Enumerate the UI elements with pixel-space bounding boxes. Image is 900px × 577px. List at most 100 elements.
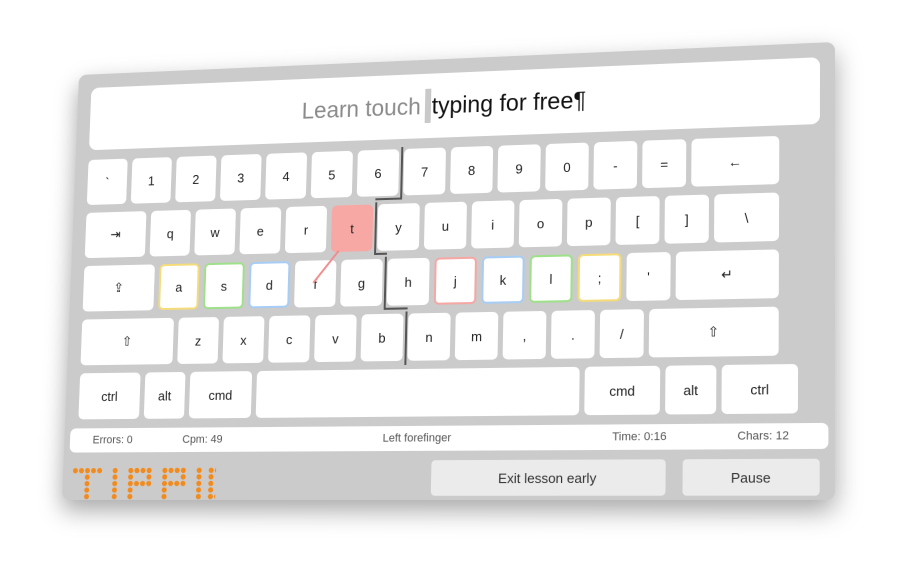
key-semicolon[interactable]: ;	[577, 253, 622, 303]
key-d[interactable]: d	[248, 261, 291, 309]
key-label: ⇧	[707, 323, 720, 340]
logo-dot	[174, 467, 180, 474]
key-label: -	[613, 157, 618, 174]
logo-dot	[207, 487, 214, 493]
key-cmd[interactable]: cmd	[188, 371, 253, 419]
key-label: 1	[147, 172, 156, 188]
lesson-text-line: Learn touch typing for free¶	[88, 57, 820, 151]
key-label: m	[470, 328, 483, 344]
key-t[interactable]: t	[330, 204, 374, 253]
key-period[interactable]: .	[550, 310, 595, 359]
key-8[interactable]: 8	[450, 145, 494, 195]
key-q[interactable]: q	[149, 209, 192, 257]
key-label: r	[303, 221, 309, 238]
key-3[interactable]: 3	[219, 153, 262, 201]
keyboard-row: ctrl alt cmd cmd alt ctrl	[78, 363, 820, 424]
key-n[interactable]: n	[407, 312, 451, 361]
key-r[interactable]: r	[284, 205, 328, 254]
key-s[interactable]: s	[202, 262, 245, 310]
key-f[interactable]: f	[294, 260, 337, 308]
key-equals[interactable]: =	[642, 139, 687, 189]
key-space[interactable]	[255, 366, 580, 418]
keyboard-row: ⇧ z x c v b n m,. / ⇧	[80, 306, 819, 369]
key-1[interactable]: 1	[130, 157, 172, 204]
key-shift[interactable]: ⇧	[80, 317, 175, 366]
key-a[interactable]: a	[158, 263, 200, 311]
key-right-bracket[interactable]: ]	[664, 194, 710, 244]
key-label: e	[256, 223, 265, 239]
key-i[interactable]: i	[471, 200, 515, 249]
pause-button[interactable]: Pause	[682, 458, 820, 496]
key-slash[interactable]: /	[599, 309, 644, 359]
key-label: o	[536, 215, 545, 231]
logo-dot	[127, 493, 133, 500]
logo-dot	[196, 474, 202, 480]
key-label: c	[285, 331, 293, 347]
key-label: alt	[683, 381, 699, 398]
key-h[interactable]: h	[386, 257, 430, 306]
key-b[interactable]: b	[360, 313, 404, 362]
key-ctrl[interactable]: ctrl	[78, 372, 141, 420]
logo-dot	[196, 480, 202, 487]
key-w[interactable]: w	[194, 208, 236, 256]
tipp10-logo	[72, 467, 217, 500]
key-left-bracket[interactable]: [	[615, 195, 660, 245]
key-minus[interactable]: -	[593, 140, 638, 190]
key-label: w	[210, 224, 220, 240]
key-label: z	[194, 332, 202, 349]
cpm-value: Cpm: 49	[182, 433, 223, 446]
key-2[interactable]: 2	[175, 155, 217, 203]
logo-dot	[207, 493, 213, 500]
key-k[interactable]: k	[481, 255, 525, 304]
key-enter[interactable]: ↵	[675, 249, 779, 301]
key-y[interactable]: y	[377, 203, 420, 251]
key-p[interactable]: p	[566, 197, 611, 247]
logo-dot	[180, 474, 186, 480]
key-label: 0	[563, 159, 571, 175]
key-7[interactable]: 7	[403, 147, 447, 196]
key-label: ⇪	[113, 279, 125, 296]
key-4[interactable]: 4	[265, 152, 308, 200]
key-quote[interactable]: '	[626, 251, 671, 302]
key-tab[interactable]: ⇥	[84, 211, 147, 259]
key-6[interactable]: 6	[356, 149, 400, 197]
key-backslash[interactable]: \	[714, 192, 780, 243]
key-label: 7	[420, 163, 429, 180]
key-label: 2	[192, 171, 200, 187]
key-label: h	[404, 274, 412, 290]
logo-dot	[214, 467, 217, 473]
logo-dot	[213, 493, 217, 500]
key-c[interactable]: c	[268, 315, 311, 363]
key-caps-lock[interactable]: ⇪	[82, 264, 155, 312]
key-g[interactable]: g	[340, 258, 383, 307]
key-backspace[interactable]: ←	[691, 135, 780, 187]
key-alt[interactable]: alt	[143, 371, 186, 419]
key-label: '	[647, 268, 650, 285]
key-shift[interactable]: ⇧	[648, 306, 779, 358]
key-ctrl[interactable]: ctrl	[721, 363, 799, 415]
key-v[interactable]: v	[314, 314, 357, 363]
key-j[interactable]: j	[433, 256, 478, 305]
key-label: \	[744, 209, 749, 226]
key-backtick[interactable]: `	[86, 158, 128, 206]
key-label: g	[357, 275, 366, 291]
key-e[interactable]: e	[239, 207, 282, 255]
key-5[interactable]: 5	[310, 150, 353, 199]
key-alt[interactable]: alt	[665, 365, 717, 415]
key-cmd[interactable]: cmd	[584, 365, 661, 416]
key-comma[interactable]: ,	[502, 310, 547, 360]
logo-dot	[139, 480, 146, 487]
key-o[interactable]: o	[518, 198, 563, 248]
key-9[interactable]: 9	[497, 144, 541, 193]
key-label: d	[265, 277, 274, 293]
logo-dot	[180, 467, 186, 474]
key-z[interactable]: z	[177, 317, 220, 364]
key-0[interactable]: 0	[545, 142, 589, 192]
key-u[interactable]: u	[423, 201, 467, 250]
exit-lesson-button[interactable]: Exit lesson early	[430, 459, 666, 496]
key-l[interactable]: l	[529, 254, 573, 303]
remaining-text: typing for free¶	[431, 85, 587, 119]
key-x[interactable]: x	[222, 316, 265, 364]
chars-count: Chars: 12	[737, 429, 789, 443]
key-m[interactable]: m	[454, 311, 499, 361]
